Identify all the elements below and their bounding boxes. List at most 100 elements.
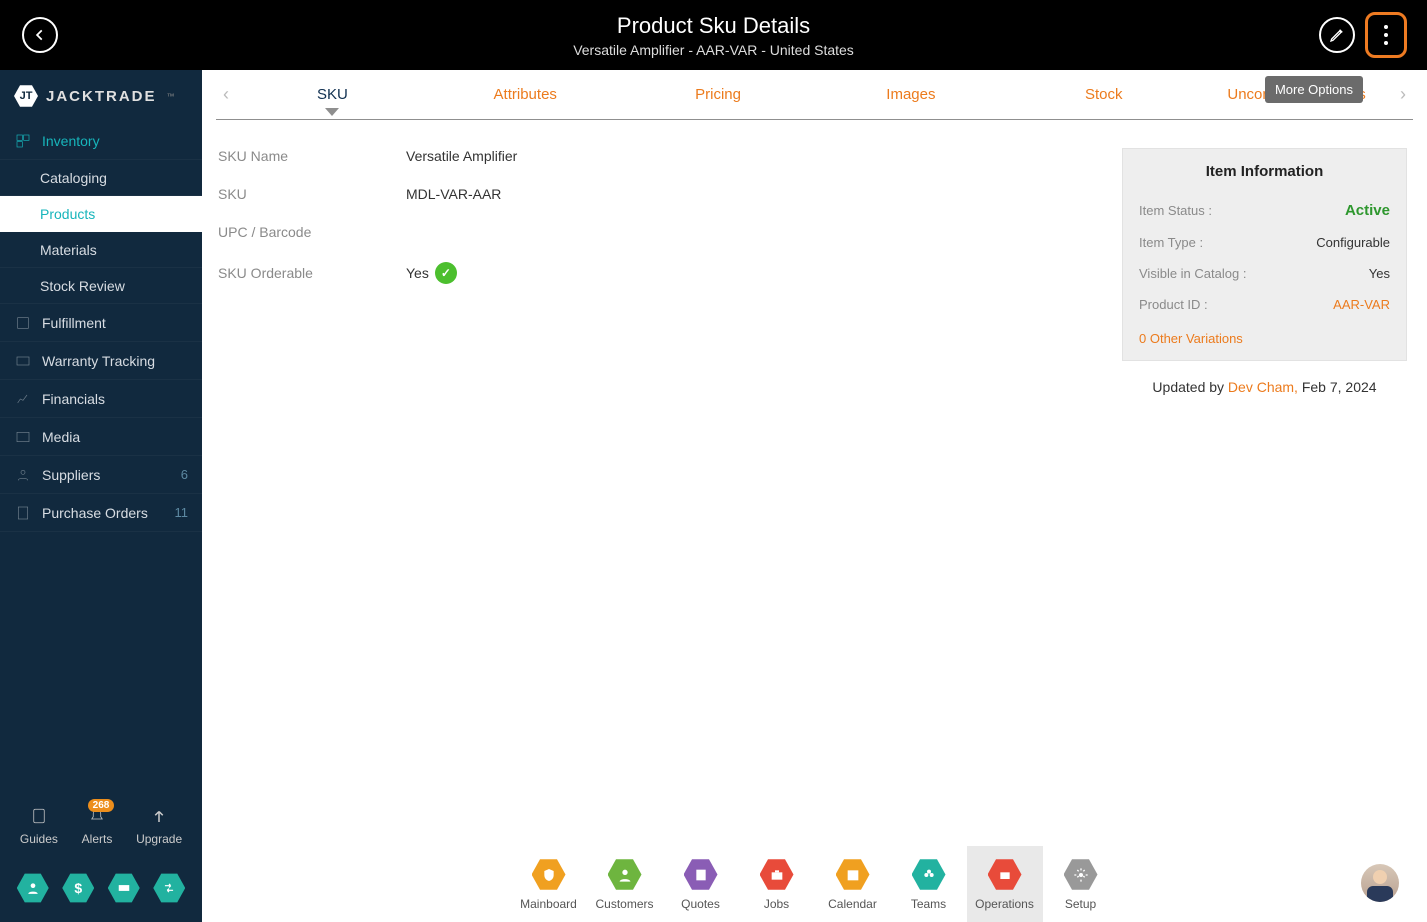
nav-inventory[interactable]: Inventory (0, 122, 202, 160)
tab-attributes[interactable]: Attributes (429, 86, 622, 103)
sub-label: Materials (40, 242, 97, 258)
sidebar-bottom: Guides 268 Alerts Upgrade $ (0, 797, 202, 922)
hex-card-button[interactable] (108, 872, 140, 904)
nav-purchase-orders[interactable]: Purchase Orders 11 (0, 494, 202, 532)
tab-scroll-left[interactable]: ‹ (216, 84, 236, 105)
sub-cataloging[interactable]: Cataloging (0, 160, 202, 196)
teams-icon (912, 858, 946, 892)
bottom-nav: Mainboard Customers Quotes Jobs Calendar… (202, 846, 1427, 922)
gear-icon (1064, 858, 1098, 892)
hex-transfer-button[interactable] (153, 872, 185, 904)
nav-warranty[interactable]: Warranty Tracking (0, 342, 202, 380)
shield-icon (532, 858, 566, 892)
pencil-icon (1329, 27, 1345, 43)
tab-images[interactable]: Images (814, 86, 1007, 103)
bottom-calendar[interactable]: Calendar (815, 846, 891, 922)
nav-count: 11 (175, 505, 189, 520)
main-content: ‹ SKU Attributes Pricing Images Stock Un… (202, 70, 1427, 922)
nav-fulfillment[interactable]: Fulfillment (0, 304, 202, 342)
product-id-link[interactable]: AAR-VAR (1333, 297, 1390, 312)
media-icon (14, 428, 32, 446)
value: Yes (406, 265, 429, 281)
logo[interactable]: JT JACKTRADE ™ (0, 70, 202, 122)
dots-vertical-icon (1384, 25, 1388, 45)
tab-scroll-right[interactable]: › (1393, 84, 1413, 105)
header-bar: Product Sku Details Versatile Amplifier … (0, 0, 1427, 70)
bottom-customers[interactable]: Customers (587, 846, 663, 922)
row-upc: UPC / Barcode (218, 224, 1102, 240)
tab-label: Attributes (494, 86, 557, 103)
nav-media[interactable]: Media (0, 418, 202, 456)
info-column: Item Information Item Status : Active It… (1122, 148, 1407, 395)
item-information-card: Item Information Item Status : Active It… (1122, 148, 1407, 361)
operations-icon (988, 858, 1022, 892)
chevron-left-icon (33, 28, 47, 42)
info-label: Visible in Catalog : (1139, 266, 1369, 281)
hex-dollar-button[interactable]: $ (62, 872, 94, 904)
warranty-icon (14, 352, 32, 370)
header-actions (1319, 12, 1407, 58)
bottom-teams[interactable]: Teams (891, 846, 967, 922)
calendar-icon (836, 858, 870, 892)
user-avatar[interactable] (1361, 864, 1399, 902)
bottom-setup[interactable]: Setup (1043, 846, 1119, 922)
sub-stock-review[interactable]: Stock Review (0, 268, 202, 304)
variations-link[interactable]: 0 Other Variations (1139, 331, 1243, 346)
sub-products[interactable]: Products (0, 196, 202, 232)
label: SKU Orderable (218, 265, 406, 281)
updated-by: Updated by Dev Cham, Feb 7, 2024 (1122, 361, 1407, 395)
edit-button[interactable] (1319, 17, 1355, 53)
sidebar: JT JACKTRADE ™ Inventory Cataloging Produ… (0, 70, 202, 922)
nav-label: Media (42, 429, 80, 445)
nav-label: Financials (42, 391, 105, 407)
nav-label: Purchase Orders (42, 505, 148, 521)
tabs-bar: ‹ SKU Attributes Pricing Images Stock Un… (216, 70, 1413, 120)
more-options-button[interactable] (1365, 12, 1407, 58)
updated-date: Feb 7, 2024 (1298, 379, 1377, 395)
tab-pricing[interactable]: Pricing (622, 86, 815, 103)
fulfillment-icon (14, 314, 32, 332)
financials-icon (14, 390, 32, 408)
label: SKU (218, 186, 406, 202)
nav-label: Fulfillment (42, 315, 106, 331)
bottom-mainboard[interactable]: Mainboard (511, 846, 587, 922)
bottom-jobs[interactable]: Jobs (739, 846, 815, 922)
check-icon: ✓ (435, 262, 457, 284)
sb-label: Guides (20, 832, 58, 846)
guides-button[interactable]: Guides (20, 805, 58, 846)
bottom-quotes[interactable]: Quotes (663, 846, 739, 922)
card-icon (108, 872, 140, 904)
label: UPC / Barcode (218, 224, 406, 240)
nav-label: Warranty Tracking (42, 353, 155, 369)
updated-user-link[interactable]: Dev Cham, (1228, 379, 1298, 395)
sb-label: Upgrade (136, 832, 182, 846)
bb-label: Jobs (764, 897, 789, 911)
nav-suppliers[interactable]: Suppliers6 (0, 456, 202, 494)
info-label: Product ID : (1139, 297, 1333, 312)
info-value: Yes (1369, 266, 1390, 281)
dollar-icon: $ (62, 872, 94, 904)
alerts-button[interactable]: 268 Alerts (82, 805, 113, 846)
tab-stock[interactable]: Stock (1007, 86, 1200, 103)
info-row-productid: Product ID : AAR-VAR (1123, 289, 1406, 320)
back-button[interactable] (22, 17, 58, 53)
upgrade-button[interactable]: Upgrade (136, 805, 182, 846)
hex-user-button[interactable] (17, 872, 49, 904)
info-row-status: Item Status : Active (1123, 194, 1406, 227)
bottom-operations[interactable]: Operations (967, 846, 1043, 922)
arrow-up-icon (148, 805, 170, 827)
logo-text: JACKTRADE (46, 88, 157, 105)
nav-financials[interactable]: Financials (0, 380, 202, 418)
bb-label: Customers (595, 897, 653, 911)
nav-label: Suppliers (42, 467, 100, 483)
tab-label: Pricing (695, 86, 741, 103)
bb-label: Setup (1065, 897, 1096, 911)
tab-label: SKU (317, 86, 348, 103)
inventory-icon (14, 132, 32, 150)
logo-tm: ™ (167, 92, 175, 101)
logo-icon: JT (14, 84, 38, 108)
tab-label: Stock (1085, 86, 1123, 103)
tab-sku[interactable]: SKU (236, 86, 429, 103)
sub-materials[interactable]: Materials (0, 232, 202, 268)
page-title: Product Sku Details (573, 13, 854, 39)
